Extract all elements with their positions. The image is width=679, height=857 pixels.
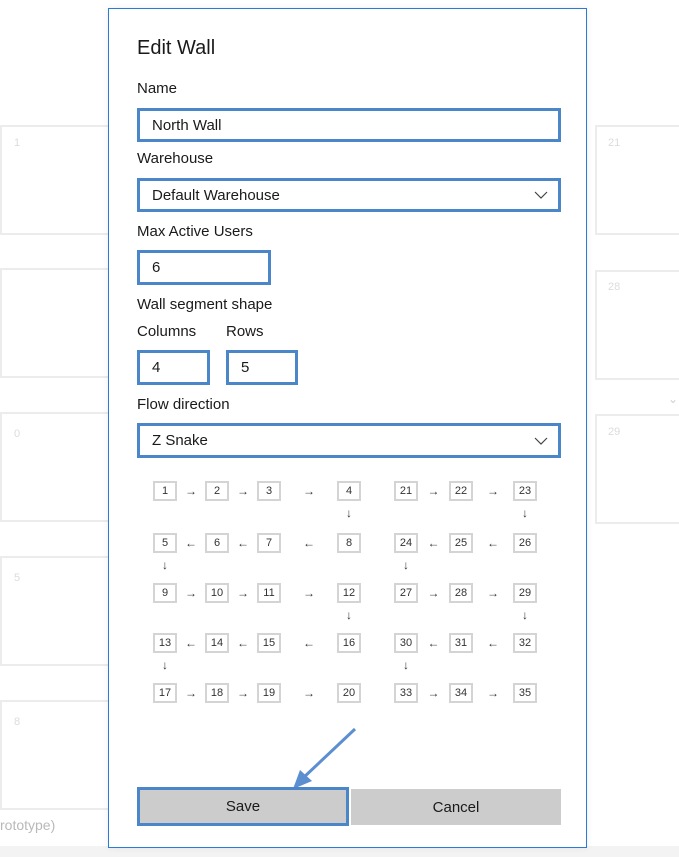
chevron-icon: ⌄	[668, 392, 679, 406]
bg-card-number: 1	[14, 137, 21, 149]
cancel-button[interactable]: Cancel	[351, 789, 561, 825]
pointer-arrow-icon	[293, 727, 357, 789]
save-button[interactable]: Save	[137, 787, 349, 826]
bg-card-number: 5	[14, 572, 21, 584]
bg-card-number: 21	[608, 137, 621, 149]
bg-card-number: 29	[608, 426, 621, 438]
bg-card-number: 28	[608, 281, 621, 293]
cancel-button-label: Cancel	[432, 798, 480, 816]
bg-footer-text: rototype)	[0, 817, 56, 833]
bg-card-number: 8	[14, 716, 21, 728]
save-button-label: Save	[225, 798, 261, 815]
bg-card-number: 0	[14, 428, 21, 440]
bg-card	[0, 268, 110, 378]
edit-wall-dialog: Edit Wall Name North Wall Warehouse Defa…	[108, 8, 587, 848]
